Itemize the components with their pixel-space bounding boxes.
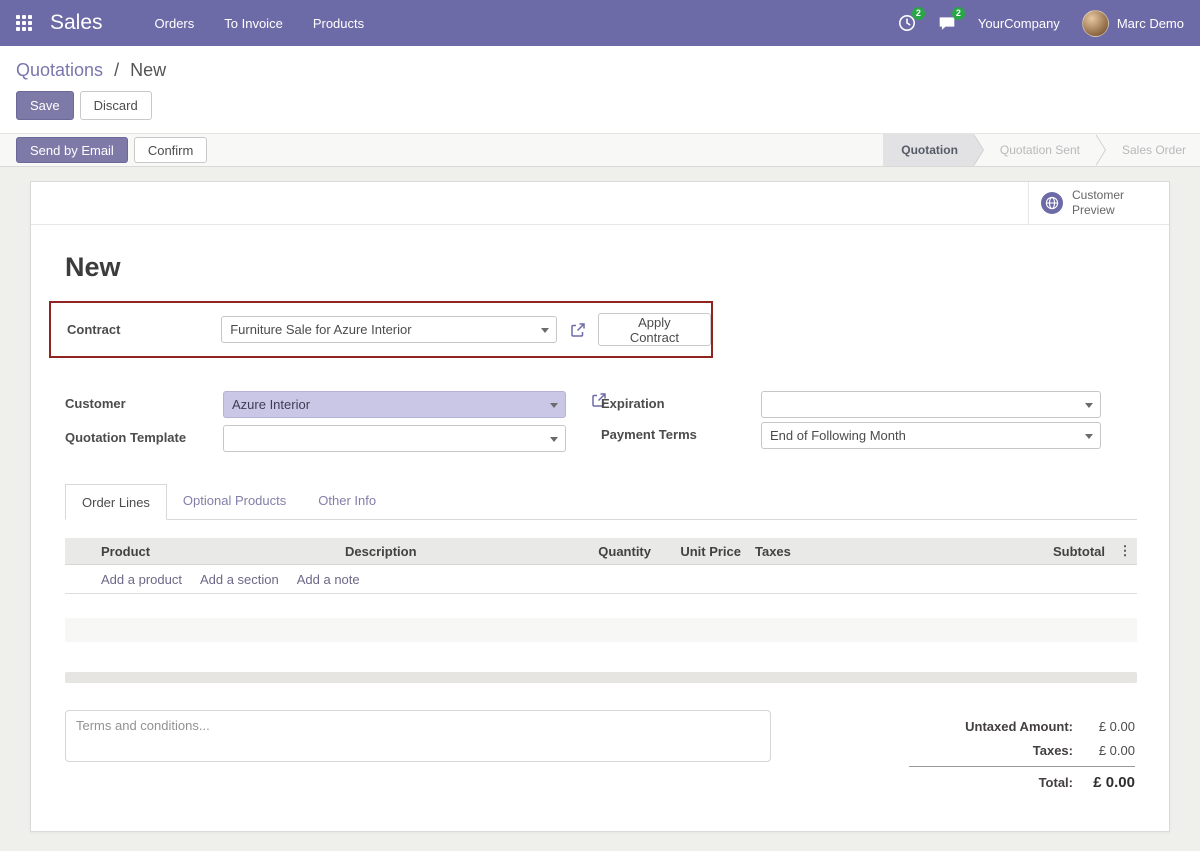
quotation-form-sheet: Customer Preview New Contract Furniture … (30, 181, 1170, 832)
nav-orders[interactable]: Orders (155, 16, 195, 31)
notebook-tabs: Order Lines Optional Products Other Info (65, 483, 1137, 520)
sheet-button-box (31, 182, 1169, 225)
user-menu[interactable]: Marc Demo (1081, 9, 1184, 37)
apply-contract-button[interactable]: Apply Contract (597, 313, 711, 346)
messages-badge: 2 (951, 7, 965, 20)
top-navbar: Sales Orders To Invoice Products 2 2 You… (0, 0, 1200, 46)
untaxed-amount-label: Untaxed Amount: (965, 718, 1073, 734)
quotation-template-label: Quotation Template (65, 430, 187, 445)
add-a-product-link[interactable]: Add a product (101, 572, 182, 587)
chevron-down-icon (540, 328, 549, 333)
col-description[interactable]: Description (315, 544, 565, 559)
breadcrumb-current: New (130, 60, 167, 80)
breadcrumb: Quotations / New (16, 58, 1184, 82)
globe-icon (1041, 192, 1063, 214)
contract-label: Contract (67, 322, 121, 337)
activities-icon[interactable]: 2 (898, 7, 925, 32)
col-taxes[interactable]: Taxes (747, 544, 997, 559)
grid-icon (16, 15, 32, 31)
untaxed-amount-row: Untaxed Amount: £ 0.00 (909, 714, 1135, 738)
control-panel-buttons: Save Discard (16, 91, 1184, 120)
contract-highlight: Contract Furniture Sale for Azure Interi… (49, 301, 713, 358)
customer-label: Customer (65, 396, 126, 411)
payment-terms-label: Payment Terms (601, 427, 697, 442)
send-by-email-button[interactable]: Send by Email (16, 137, 128, 163)
customer-value: Azure Interior (232, 397, 311, 412)
total-row: Total: £ 0.00 (909, 766, 1135, 794)
order-lines-header-row: Product Description Quantity Unit Price … (65, 538, 1137, 565)
chevron-down-icon (550, 437, 558, 442)
customer-preview-button[interactable]: Customer Preview (1028, 182, 1169, 225)
avatar (1081, 9, 1109, 37)
col-unit-price[interactable]: Unit Price (657, 544, 747, 559)
systray: 2 2 YourCompany Marc Demo (898, 7, 1184, 37)
contract-select[interactable]: Furniture Sale for Azure Interior (221, 316, 557, 343)
status-step-quotation[interactable]: Quotation (883, 134, 984, 166)
customer-preview-label: Customer Preview (1072, 188, 1125, 217)
horizontal-scrollbar[interactable] (65, 672, 1137, 683)
taxes-row: Taxes: £ 0.00 (909, 738, 1135, 762)
discard-button[interactable]: Discard (79, 91, 152, 120)
col-quantity[interactable]: Quantity (565, 544, 657, 559)
tab-other-info[interactable]: Other Info (302, 483, 392, 519)
status-step-sales-order[interactable]: Sales Order (1096, 134, 1200, 166)
company-switcher[interactable]: YourCompany (978, 16, 1060, 31)
add-a-section-link[interactable]: Add a section (200, 572, 279, 587)
contract-value: Furniture Sale for Azure Interior (230, 322, 412, 337)
save-button[interactable]: Save (16, 91, 74, 120)
nav-to-invoice[interactable]: To Invoice (224, 16, 283, 31)
activities-badge: 2 (911, 7, 925, 20)
form-statusbar: Send by Email Confirm Quotation Quotatio… (0, 133, 1200, 167)
taxes-label: Taxes: (1032, 742, 1073, 758)
external-link-icon[interactable] (570, 322, 586, 338)
statusbar-actions: Send by Email Confirm (16, 137, 208, 163)
tab-optional-products[interactable]: Optional Products (167, 483, 302, 519)
chevron-down-icon (1085, 403, 1093, 408)
confirm-button[interactable]: Confirm (133, 137, 208, 163)
form-view-background: Customer Preview New Contract Furniture … (0, 167, 1200, 851)
payment-terms-value: End of Following Month (770, 428, 906, 443)
quotation-template-select[interactable] (223, 425, 566, 452)
expiration-label: Expiration (601, 396, 665, 411)
col-subtotal[interactable]: Subtotal (997, 544, 1113, 559)
app-menu: Orders To Invoice Products (155, 16, 365, 31)
user-name: Marc Demo (1116, 15, 1184, 31)
messages-icon[interactable]: 2 (938, 7, 965, 32)
taxes-value: £ 0.00 (1098, 742, 1135, 758)
total-value: £ 0.00 (1093, 774, 1135, 791)
tab-order-lines[interactable]: Order Lines (65, 484, 167, 520)
apps-menu-icon[interactable] (10, 9, 38, 37)
payment-terms-select[interactable]: End of Following Month (761, 422, 1101, 449)
add-a-note-link[interactable]: Add a note (297, 572, 360, 587)
record-title[interactable]: New (65, 252, 121, 283)
status-step-quotation-sent[interactable]: Quotation Sent (974, 134, 1107, 166)
terms-and-conditions-field[interactable]: Terms and conditions... (65, 710, 771, 762)
chevron-down-icon (550, 403, 558, 408)
app-name[interactable]: Sales (50, 11, 103, 35)
chevron-down-icon (1085, 434, 1093, 439)
customer-select[interactable]: Azure Interior (223, 391, 566, 418)
status-steps: Quotation Quotation Sent Sales Order (883, 134, 1200, 166)
control-panel: Quotations / New Save Discard (0, 46, 1200, 133)
column-options-icon[interactable]: ⋮ (1119, 543, 1132, 558)
untaxed-amount-value: £ 0.00 (1098, 718, 1135, 734)
empty-row (65, 618, 1137, 642)
breadcrumb-quotations[interactable]: Quotations (16, 60, 103, 80)
nav-products[interactable]: Products (313, 16, 364, 31)
totals-block: Untaxed Amount: £ 0.00 Taxes: £ 0.00 Tot… (909, 714, 1135, 794)
expiration-select[interactable] (761, 391, 1101, 418)
breadcrumb-separator: / (114, 60, 120, 80)
sales-quotation-page: Sales Orders To Invoice Products 2 2 You… (0, 0, 1200, 851)
col-product[interactable]: Product (95, 544, 315, 559)
list-add-row: Add a product Add a section Add a note (65, 565, 1137, 594)
total-label: Total: (1038, 775, 1073, 790)
